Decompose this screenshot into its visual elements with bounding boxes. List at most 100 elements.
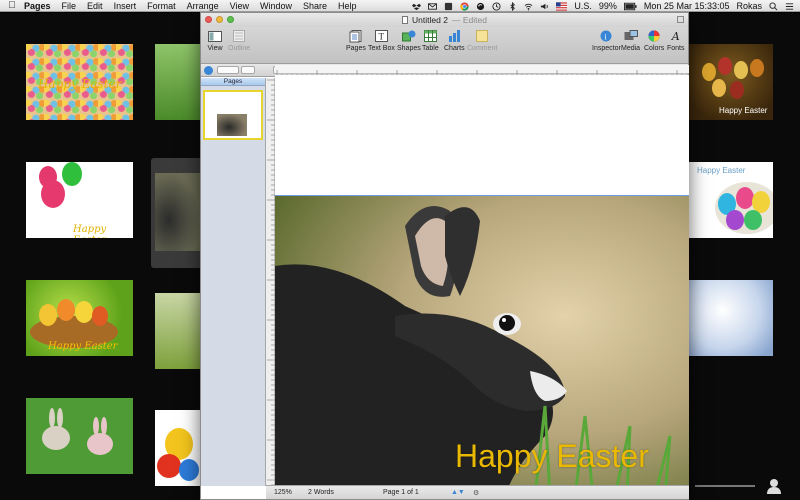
outline-button[interactable]: Outline xyxy=(228,29,250,52)
menu-arrange[interactable]: Arrange xyxy=(187,1,219,11)
pages-pane-header: Pages xyxy=(201,78,265,86)
fonts-icon: A xyxy=(671,29,680,43)
notification-center-icon[interactable] xyxy=(785,2,794,11)
menu-window[interactable]: Window xyxy=(260,1,292,11)
battery-percent[interactable]: 99% xyxy=(599,1,617,11)
page-indicator[interactable]: Page 1 of 1 xyxy=(383,489,419,496)
document-canvas[interactable]: Happy Easter xyxy=(275,75,689,486)
media-label: Media xyxy=(621,45,641,52)
horizontal-ruler[interactable] xyxy=(275,65,689,78)
wifi-icon[interactable] xyxy=(524,2,533,11)
document-proxy-icon[interactable] xyxy=(402,16,409,24)
painted-eggs-illustration xyxy=(157,428,199,481)
media-button[interactable]: Media xyxy=(621,29,640,52)
table-label: Table xyxy=(422,45,439,52)
pages-button[interactable]: Pages xyxy=(346,29,366,52)
template-thumb-meadow[interactable] xyxy=(155,293,201,369)
user-name[interactable]: Rokas xyxy=(736,1,762,11)
page-menu-button[interactable]: ⚙ xyxy=(473,489,479,497)
page-thumbnail-1[interactable] xyxy=(203,90,263,140)
menu-bar:  Pages File Edit Insert Format Arrange … xyxy=(0,0,800,12)
status-bar: 125% 2 Words Page 1 of 1 ▲▼ ⚙ xyxy=(266,485,689,499)
thumb-caption: Happy Easter xyxy=(48,341,118,352)
template-thumb-jellybeans[interactable]: Happy Easter xyxy=(26,44,133,120)
thumbnail-size-slider[interactable] xyxy=(695,485,755,487)
colors-button[interactable]: Colors xyxy=(644,29,664,52)
notifications-icon[interactable] xyxy=(444,2,453,11)
inspector-button[interactable]: i Inspector xyxy=(592,29,621,52)
mail-icon[interactable] xyxy=(428,2,438,11)
template-thumb-egg-basket[interactable]: Happy Easter xyxy=(689,44,773,120)
menu-insert[interactable]: Insert xyxy=(114,1,137,11)
user-silhouette-icon[interactable] xyxy=(767,478,781,494)
spotlight-icon[interactable] xyxy=(769,1,778,11)
menu-view[interactable]: View xyxy=(230,1,249,11)
close-button[interactable] xyxy=(205,16,212,23)
word-count[interactable]: 2 Words xyxy=(308,489,334,496)
svg-text:T: T xyxy=(378,32,384,42)
zoom-level[interactable]: 125% xyxy=(274,489,292,496)
zoom-button[interactable] xyxy=(227,16,234,23)
window-title: Untitled 2 xyxy=(412,15,448,25)
comment-icon xyxy=(474,29,490,43)
template-thumb-flowers[interactable] xyxy=(155,44,201,120)
colors-label: Colors xyxy=(644,45,665,52)
menu-edit[interactable]: Edit xyxy=(87,1,103,11)
toolbar: View Outline Pages T Text Box Shapes Tab… xyxy=(201,27,688,64)
menu-share[interactable]: Share xyxy=(303,1,327,11)
view-icon xyxy=(207,29,223,43)
window-title-bar[interactable]: Untitled 2 — Edited xyxy=(201,13,688,27)
input-source-label[interactable]: U.S. xyxy=(574,1,592,11)
fullscreen-button[interactable] xyxy=(677,16,684,23)
menu-file[interactable]: File xyxy=(62,1,77,11)
bunny-photo[interactable]: Happy Easter xyxy=(275,196,689,486)
volume-icon[interactable] xyxy=(540,2,549,11)
vertical-ruler[interactable] xyxy=(266,78,275,486)
time-machine-icon[interactable] xyxy=(492,1,501,11)
shapes-icon xyxy=(401,29,417,43)
outline-icon xyxy=(231,29,247,43)
menu-help[interactable]: Help xyxy=(338,1,357,11)
template-thumb-colored-eggs[interactable]: Happy Easter xyxy=(689,162,773,238)
sync-icon[interactable] xyxy=(476,2,485,11)
status-menu-area: U.S. 99% Mon 25 Mar 15:33:05 Rokas xyxy=(412,0,794,12)
bluetooth-icon[interactable] xyxy=(508,1,517,11)
template-browser-bottom-bar xyxy=(689,476,800,500)
chrome-icon[interactable] xyxy=(460,1,469,11)
paragraph-style-control[interactable] xyxy=(217,66,239,74)
thumb-caption: Happy Easter xyxy=(38,77,122,91)
textbox-button[interactable]: T Text Box xyxy=(368,29,395,52)
shapes-label: Shapes xyxy=(397,45,421,52)
style-drawer-button[interactable] xyxy=(204,66,213,75)
minimize-button[interactable] xyxy=(216,16,223,23)
fonts-label: Fonts xyxy=(667,45,685,52)
view-button[interactable]: View xyxy=(207,29,223,52)
fonts-button[interactable]: A Fonts xyxy=(667,29,685,53)
template-thumb-blossoms[interactable] xyxy=(689,280,773,356)
pages-document-window: Untitled 2 — Edited View Outline Pages T… xyxy=(200,12,689,500)
apple-menu-icon[interactable]:  xyxy=(8,1,16,11)
charts-label: Charts xyxy=(444,45,465,52)
menu-format[interactable]: Format xyxy=(147,1,176,11)
template-thumb-bunnies[interactable] xyxy=(26,398,133,474)
template-thumb-basket[interactable]: Happy Easter xyxy=(26,280,133,356)
battery-icon[interactable] xyxy=(623,2,637,11)
shapes-button[interactable]: Shapes xyxy=(397,29,421,52)
charts-icon xyxy=(446,29,462,43)
textbox-icon: T xyxy=(373,29,389,43)
dropbox-icon[interactable] xyxy=(412,2,422,11)
character-style-control[interactable] xyxy=(241,66,255,74)
bunnies-illustration xyxy=(42,408,113,455)
clock[interactable]: Mon 25 Mar 15:33:05 xyxy=(644,1,730,11)
template-thumb-painted-eggs[interactable] xyxy=(155,410,201,486)
table-button[interactable]: Table xyxy=(422,29,439,52)
template-thumb-bunny-selected[interactable] xyxy=(155,173,201,251)
template-thumb-eggs-white[interactable]: Happy Easter xyxy=(26,162,133,238)
charts-button[interactable]: Charts xyxy=(444,29,465,52)
menu-pages[interactable]: Pages xyxy=(24,1,51,11)
happy-easter-caption[interactable]: Happy Easter xyxy=(455,438,649,475)
comment-button[interactable]: Comment xyxy=(467,29,497,52)
page-navigation-arrows[interactable]: ▲▼ xyxy=(451,489,465,496)
pages-label: Pages xyxy=(346,45,366,52)
us-flag-icon[interactable] xyxy=(556,1,568,11)
